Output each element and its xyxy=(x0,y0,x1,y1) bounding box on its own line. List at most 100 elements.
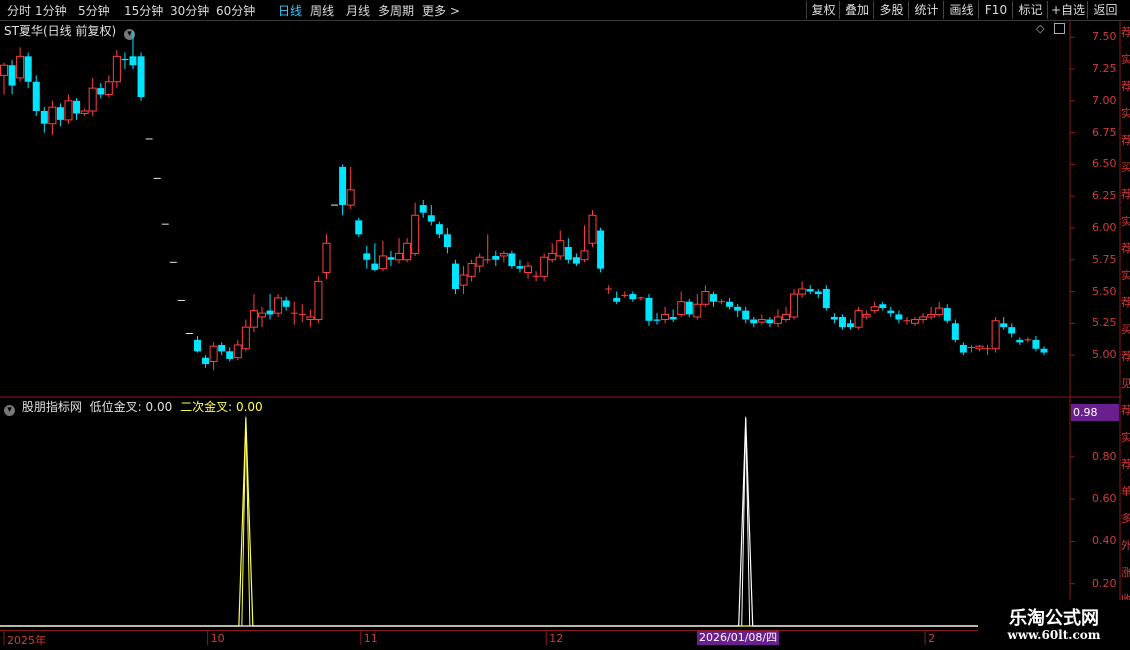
candle xyxy=(218,342,226,356)
candle-body xyxy=(137,56,145,98)
candle xyxy=(451,259,459,295)
sidebar-item[interactable]: 荐 xyxy=(1121,242,1130,255)
candle xyxy=(822,285,830,311)
candle xyxy=(56,103,64,127)
candle-body xyxy=(661,313,670,321)
candle-body xyxy=(653,319,661,321)
indicator-line-1 xyxy=(0,418,1070,627)
candle xyxy=(677,291,686,317)
candle xyxy=(685,299,693,317)
candle xyxy=(202,355,210,368)
candle xyxy=(8,60,16,95)
candle-body xyxy=(959,344,967,353)
candle xyxy=(734,304,742,317)
candle xyxy=(935,301,944,317)
sidebar-item[interactable]: 荐 xyxy=(1121,350,1130,363)
candle xyxy=(1024,337,1032,343)
candle xyxy=(967,344,975,353)
indicator-tick-label: 0.20 xyxy=(1092,576,1117,590)
sidebar-item[interactable]: 见 xyxy=(1121,377,1130,390)
candle-body xyxy=(919,316,928,321)
sidebar-item[interactable]: 买 xyxy=(1121,323,1130,336)
candle xyxy=(32,75,40,117)
candle-body xyxy=(378,255,387,270)
sidebar-item[interactable]: 荐 xyxy=(1121,134,1130,147)
sidebar-item[interactable]: 涨 xyxy=(1121,566,1130,579)
candle-body xyxy=(427,215,435,222)
candle-body xyxy=(339,166,347,206)
sidebar-item[interactable]: 实 xyxy=(1121,107,1130,120)
candle-body xyxy=(927,313,936,318)
candle xyxy=(757,314,766,325)
sidebar-item[interactable]: 实 xyxy=(1121,431,1130,444)
sidebar-item[interactable]: 实 xyxy=(1121,53,1130,66)
candle xyxy=(387,250,395,267)
candle-body xyxy=(218,344,226,352)
candle xyxy=(838,314,846,330)
indicator-axis: 0.80 0.60 0.40 0.20 xyxy=(1070,0,1120,630)
sidebar-item[interactable]: 多 xyxy=(1121,512,1130,525)
candle xyxy=(903,316,911,325)
diamond-icon[interactable]: ◇ xyxy=(1036,22,1044,35)
candle xyxy=(339,164,347,216)
candle-body xyxy=(435,224,443,235)
candle-body xyxy=(516,266,524,269)
candle-body xyxy=(274,297,283,314)
candle xyxy=(790,289,799,320)
candle-body xyxy=(709,294,717,302)
candle-body xyxy=(895,314,903,320)
candle xyxy=(16,47,25,82)
candle-body xyxy=(419,205,427,213)
candle-body xyxy=(1008,327,1016,334)
candle-body xyxy=(734,306,742,311)
candle xyxy=(484,234,492,264)
sidebar-item[interactable]: 荐 xyxy=(1121,188,1130,201)
candle xyxy=(798,281,807,298)
sidebar-item[interactable]: 外 xyxy=(1121,539,1130,552)
sidebar-item[interactable]: 买 xyxy=(1121,161,1130,174)
sidebar-item[interactable]: 荐 xyxy=(1121,404,1130,417)
candle-body xyxy=(597,230,605,269)
candle xyxy=(540,253,549,282)
candle xyxy=(443,227,451,254)
candle xyxy=(1000,316,1008,330)
window-icon[interactable] xyxy=(1054,23,1065,34)
candle xyxy=(556,230,565,260)
right-sidebar[interactable]: 荐实荐实荐买荐实荐实荐买荐见荐实荐单多外涨收 xyxy=(1121,22,1130,630)
indicator-current-value: 0.98 xyxy=(1071,404,1119,421)
candle xyxy=(266,294,274,320)
sidebar-item[interactable]: 荐 xyxy=(1121,296,1130,309)
candle-body xyxy=(314,280,323,321)
candle-body xyxy=(798,288,807,295)
sidebar-item[interactable]: 实 xyxy=(1121,215,1130,228)
sidebar-item[interactable]: 荐 xyxy=(1121,26,1130,39)
sidebar-item[interactable]: 实 xyxy=(1121,269,1130,282)
candle-body xyxy=(209,345,218,362)
candle xyxy=(943,304,951,324)
candle-body xyxy=(847,323,855,328)
candle xyxy=(40,107,48,133)
candle-body xyxy=(887,310,895,314)
candle-body xyxy=(854,310,863,328)
candle xyxy=(274,294,283,317)
candle-body xyxy=(363,253,371,260)
candle-body xyxy=(112,55,121,83)
candle-body xyxy=(40,111,48,124)
candle xyxy=(419,200,427,218)
candle-body xyxy=(64,100,73,121)
candle xyxy=(282,296,290,311)
candle-body xyxy=(548,252,557,261)
sidebar-item[interactable]: 荐 xyxy=(1121,458,1130,471)
candle-body xyxy=(257,312,266,318)
candle xyxy=(73,98,81,120)
candle xyxy=(129,30,137,70)
candle-body xyxy=(395,252,404,261)
candle-body xyxy=(975,345,984,350)
sidebar-item[interactable]: 单 xyxy=(1121,485,1130,498)
candle-body xyxy=(104,81,113,95)
candle-body xyxy=(766,319,774,324)
sidebar-item[interactable]: 荐 xyxy=(1121,80,1130,93)
chart-canvas[interactable] xyxy=(0,0,1130,650)
candle-body xyxy=(451,263,459,289)
candle-body xyxy=(226,351,234,359)
